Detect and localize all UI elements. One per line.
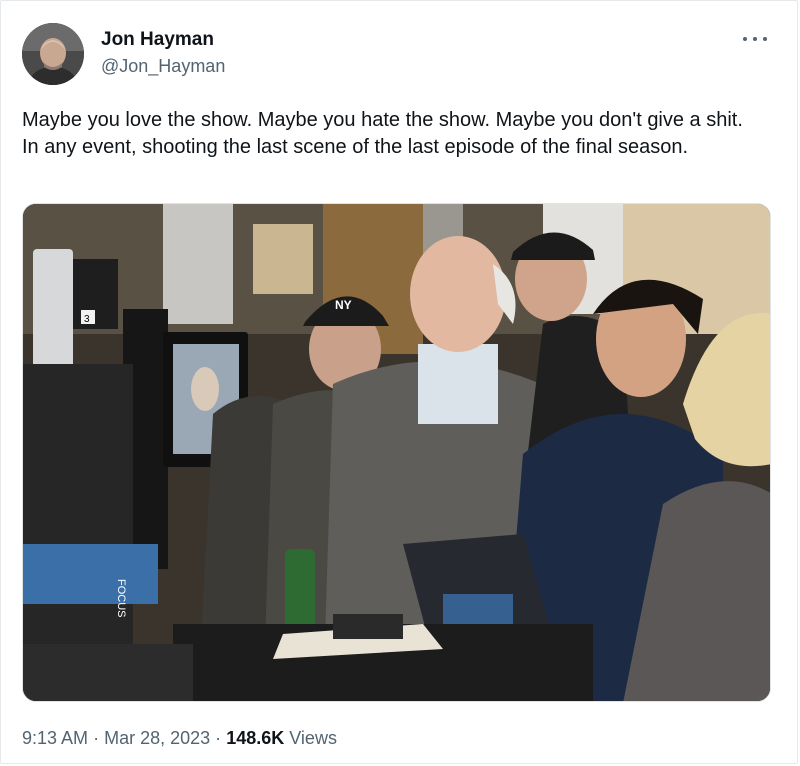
- author-display-name[interactable]: Jon Hayman: [101, 29, 214, 51]
- meta-separator: ·: [93, 728, 100, 748]
- author-avatar[interactable]: [22, 23, 84, 85]
- views-count: 148.6K: [226, 728, 285, 748]
- tweet-text: Maybe you love the show. Maybe you hate …: [22, 109, 743, 158]
- tweet-card: Jon Hayman @Jon_Hayman Maybe you love th…: [0, 0, 798, 764]
- meta-separator: ·: [215, 728, 222, 748]
- tweet-date[interactable]: Mar 28, 2023: [104, 728, 210, 748]
- tweet-meta: 9:13 AM · Mar 28, 2023 · 148.6K Views: [22, 728, 337, 749]
- avatar-image-icon: [22, 23, 84, 85]
- ellipsis-icon: [743, 37, 747, 41]
- cap-logo: NY: [335, 298, 352, 312]
- film-set-photo-icon: FOCUS 3 NY: [23, 204, 770, 701]
- author-handle[interactable]: @Jon_Hayman: [101, 56, 225, 77]
- more-options-button[interactable]: [743, 29, 767, 49]
- tweet-time[interactable]: 9:13 AM: [22, 728, 88, 748]
- views-label: Views: [289, 728, 337, 748]
- focus-tape-label: FOCUS: [115, 579, 127, 618]
- camera-number-label: 3: [84, 314, 90, 325]
- tweet-photo[interactable]: FOCUS 3 NY: [22, 203, 771, 702]
